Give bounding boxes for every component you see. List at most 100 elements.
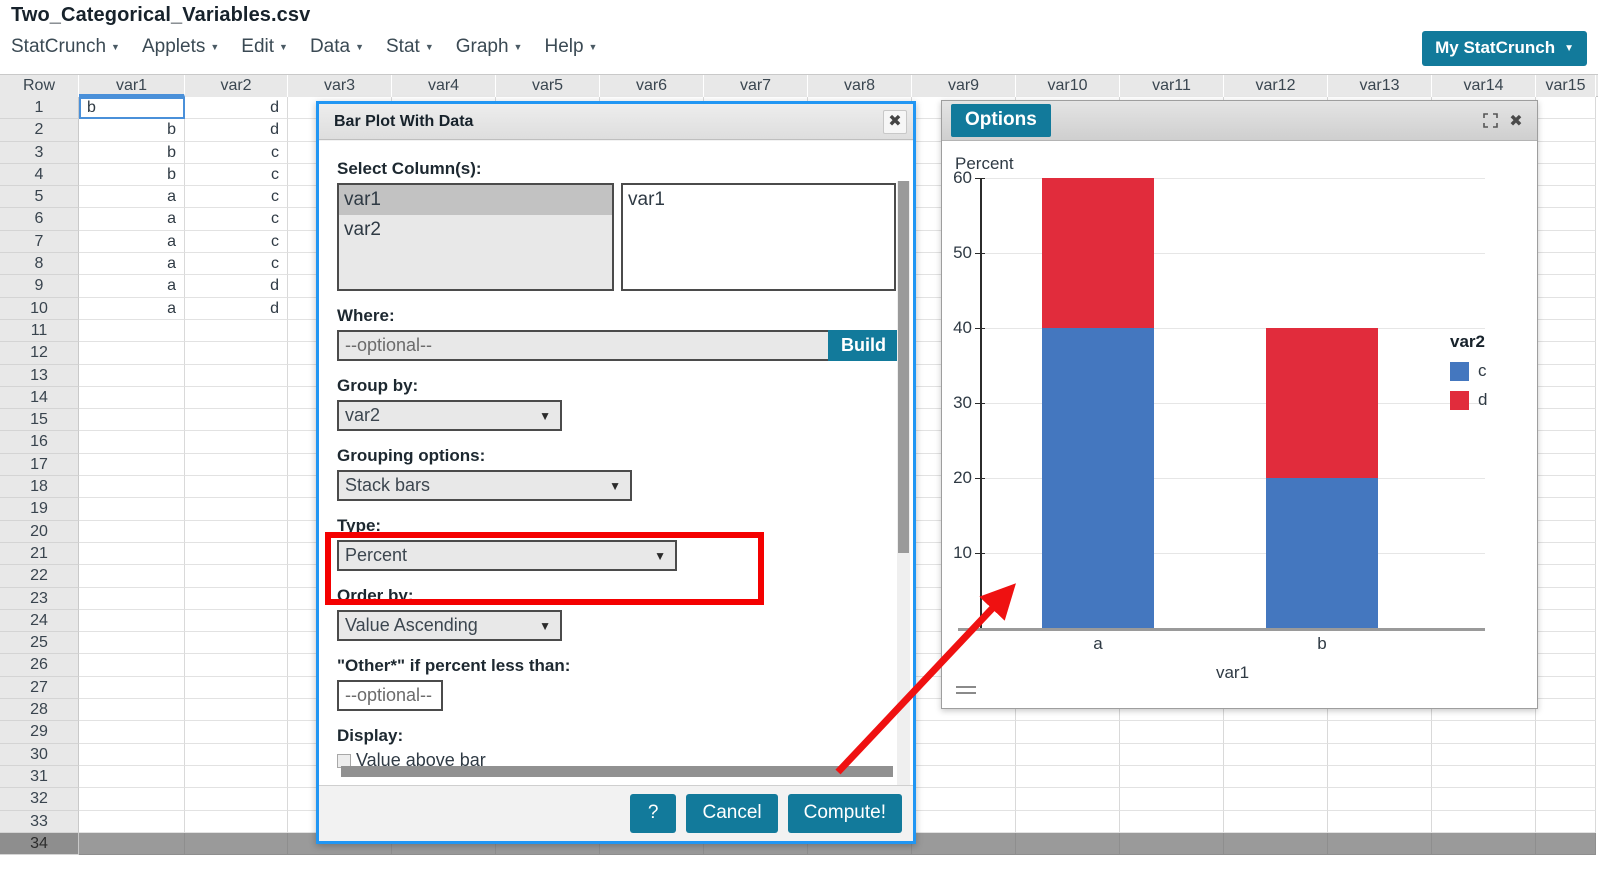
row-number[interactable]: 4 [0, 164, 79, 186]
bar-segment-a-c[interactable] [1042, 328, 1154, 628]
table-cell[interactable] [1536, 744, 1596, 766]
table-cell[interactable] [1536, 186, 1596, 208]
table-cell[interactable] [79, 744, 185, 766]
table-cell[interactable] [185, 476, 288, 498]
table-cell[interactable] [1536, 766, 1596, 788]
table-cell[interactable] [1224, 811, 1328, 833]
table-cell[interactable] [79, 320, 185, 342]
table-cell[interactable]: a [79, 275, 185, 297]
table-cell[interactable]: b [79, 164, 185, 186]
table-cell[interactable] [1016, 744, 1120, 766]
table-cell[interactable] [1536, 119, 1596, 141]
bar-segment-b-c[interactable] [1266, 478, 1378, 628]
table-cell[interactable] [1016, 833, 1120, 855]
cancel-button[interactable]: Cancel [686, 794, 777, 833]
table-cell[interactable] [912, 833, 1016, 855]
order-by-select[interactable]: Value Ascending ▼ [337, 610, 562, 641]
table-cell[interactable]: c [185, 231, 288, 253]
table-cell[interactable]: a [79, 231, 185, 253]
table-cell[interactable] [185, 365, 288, 387]
table-cell[interactable] [79, 431, 185, 453]
menu-edit[interactable]: Edit ▼ [241, 36, 288, 58]
table-cell[interactable] [185, 409, 288, 431]
row-number[interactable]: 18 [0, 476, 79, 498]
row-number[interactable]: 14 [0, 387, 79, 409]
table-cell[interactable] [1120, 766, 1224, 788]
table-cell[interactable] [1432, 766, 1536, 788]
table-cell[interactable] [185, 744, 288, 766]
row-number[interactable]: 24 [0, 610, 79, 632]
column-header-var3[interactable]: var3 [288, 75, 392, 97]
table-cell[interactable] [1536, 298, 1596, 320]
bar-segment-b-d[interactable] [1266, 328, 1378, 478]
active-cell[interactable]: b [79, 97, 185, 119]
table-cell[interactable] [1120, 744, 1224, 766]
table-cell[interactable] [79, 699, 185, 721]
table-cell[interactable] [185, 721, 288, 743]
table-cell[interactable]: d [185, 119, 288, 141]
table-cell[interactable]: c [185, 253, 288, 275]
table-cell[interactable] [1120, 721, 1224, 743]
where-input[interactable]: --optional-- [337, 330, 828, 361]
table-cell[interactable] [79, 632, 185, 654]
close-icon[interactable]: ✖ [883, 110, 907, 134]
row-number[interactable]: 29 [0, 721, 79, 743]
table-cell[interactable] [1016, 766, 1120, 788]
table-cell[interactable] [1536, 498, 1596, 520]
table-cell[interactable] [1536, 231, 1596, 253]
row-number[interactable]: 34 [0, 833, 79, 855]
table-cell[interactable] [1432, 833, 1536, 855]
menu-data[interactable]: Data ▼ [310, 36, 364, 58]
table-cell[interactable] [1224, 833, 1328, 855]
column-header-var2[interactable]: var2 [185, 75, 288, 97]
table-cell[interactable] [1224, 766, 1328, 788]
table-cell[interactable] [1536, 454, 1596, 476]
row-number[interactable]: 16 [0, 431, 79, 453]
row-number[interactable]: 11 [0, 320, 79, 342]
close-icon[interactable]: ✖ [1503, 109, 1529, 133]
dialog-horizontal-scrollbar[interactable] [341, 766, 893, 777]
table-cell[interactable]: c [185, 186, 288, 208]
available-column-var2[interactable]: var2 [339, 215, 612, 245]
column-header-var10[interactable]: var10 [1016, 75, 1120, 97]
row-number[interactable]: 30 [0, 744, 79, 766]
row-number[interactable]: 3 [0, 142, 79, 164]
grouping-options-select[interactable]: Stack bars ▼ [337, 470, 632, 501]
my-statcrunch-button[interactable]: My StatCrunch ▼ [1422, 31, 1587, 66]
table-cell[interactable] [1016, 788, 1120, 810]
table-cell[interactable] [1016, 721, 1120, 743]
bar-a[interactable] [1042, 178, 1154, 628]
row-number[interactable]: 17 [0, 454, 79, 476]
row-number[interactable]: 28 [0, 699, 79, 721]
table-cell[interactable] [185, 588, 288, 610]
row-number[interactable]: 7 [0, 231, 79, 253]
column-header-var11[interactable]: var11 [1120, 75, 1224, 97]
other-percent-input[interactable]: --optional-- [337, 680, 443, 711]
table-cell[interactable] [185, 320, 288, 342]
table-cell[interactable] [1536, 521, 1596, 543]
table-cell[interactable] [1536, 543, 1596, 565]
table-cell[interactable] [79, 387, 185, 409]
table-cell[interactable] [79, 565, 185, 587]
menu-statcrunch[interactable]: StatCrunch ▼ [11, 36, 120, 58]
table-cell[interactable] [1536, 610, 1596, 632]
table-cell[interactable]: c [185, 142, 288, 164]
menu-graph[interactable]: Graph ▼ [456, 36, 523, 58]
table-cell[interactable] [1120, 811, 1224, 833]
table-cell[interactable] [79, 677, 185, 699]
table-cell[interactable] [185, 543, 288, 565]
menu-stat[interactable]: Stat ▼ [386, 36, 434, 58]
table-cell[interactable] [79, 721, 185, 743]
table-cell[interactable] [1328, 833, 1432, 855]
table-cell[interactable] [1536, 699, 1596, 721]
row-number[interactable]: 23 [0, 588, 79, 610]
row-number[interactable]: 8 [0, 253, 79, 275]
table-cell[interactable] [185, 521, 288, 543]
table-cell[interactable] [1536, 833, 1596, 855]
hamburger-menu-icon[interactable] [956, 686, 976, 698]
table-cell[interactable] [79, 811, 185, 833]
column-header-var14[interactable]: var14 [1432, 75, 1536, 97]
table-cell[interactable] [79, 788, 185, 810]
row-number[interactable]: 1 [0, 97, 79, 119]
table-cell[interactable] [1536, 208, 1596, 230]
